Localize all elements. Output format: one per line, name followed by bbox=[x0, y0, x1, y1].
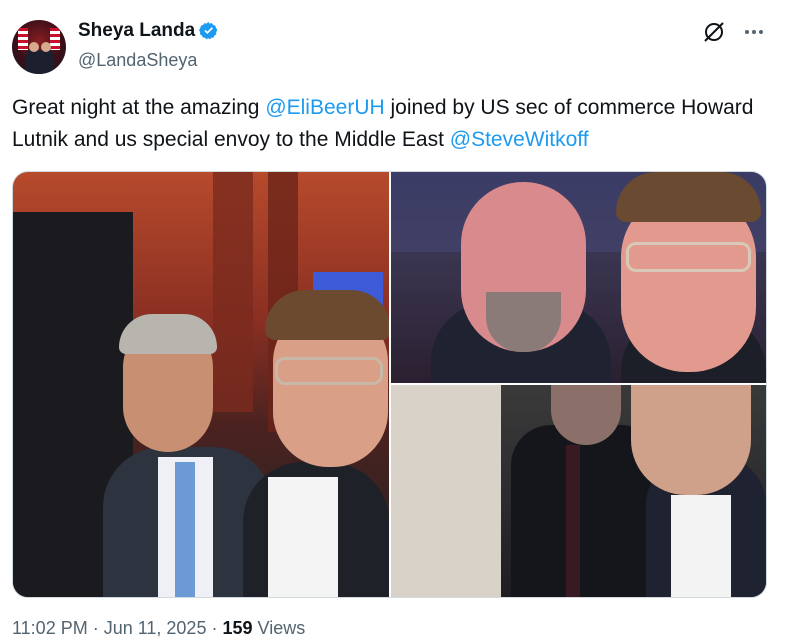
tweet-timestamp[interactable]: 11:02 PM · Jun 11, 2025 · 159 Views bbox=[12, 618, 305, 639]
tweet-time-date[interactable]: 11:02 PM · Jun 11, 2025 · bbox=[12, 618, 222, 638]
mention-stevewitkoff[interactable]: @SteveWitkoff bbox=[450, 128, 589, 151]
author-display-name[interactable]: Sheya Landa bbox=[78, 20, 195, 42]
hair-right bbox=[265, 290, 389, 340]
tie-left bbox=[175, 462, 195, 597]
views-count: 159 bbox=[222, 618, 253, 638]
tweet-text-segment: Great night at the amazing bbox=[12, 96, 266, 119]
face-right bbox=[631, 385, 751, 495]
hair-left bbox=[119, 314, 217, 354]
author-handle[interactable]: @LandaSheya bbox=[78, 50, 197, 71]
verified-badge-icon[interactable] bbox=[199, 21, 219, 41]
tweet-actions-top bbox=[702, 20, 766, 44]
hair-right bbox=[616, 172, 761, 222]
flag-shape bbox=[18, 28, 28, 50]
tweet-text: Great night at the amazing @EliBeerUH jo… bbox=[12, 92, 762, 156]
glasses-shape bbox=[626, 242, 751, 272]
shirt-right bbox=[268, 477, 338, 597]
tweet-photo-3[interactable] bbox=[391, 385, 766, 597]
tweet-photo-1[interactable] bbox=[13, 172, 389, 597]
glasses-shape bbox=[275, 357, 383, 385]
figure-head bbox=[41, 42, 51, 52]
author-name-row: Sheya Landa bbox=[78, 20, 219, 42]
views-label: Views bbox=[252, 618, 306, 638]
shirt-right bbox=[671, 495, 731, 597]
hair-foreground bbox=[391, 385, 501, 597]
author-avatar[interactable] bbox=[12, 20, 66, 74]
column-shape bbox=[213, 172, 253, 412]
mention-elibeeruh[interactable]: @EliBeerUH bbox=[265, 96, 384, 119]
more-options-icon[interactable] bbox=[742, 20, 766, 44]
tie-center bbox=[566, 445, 580, 597]
tweet-media-grid bbox=[12, 171, 767, 598]
grok-icon[interactable] bbox=[702, 20, 726, 44]
tweet-photo-2[interactable] bbox=[391, 172, 766, 383]
flag-shape bbox=[50, 28, 60, 50]
figure-head bbox=[29, 42, 39, 52]
